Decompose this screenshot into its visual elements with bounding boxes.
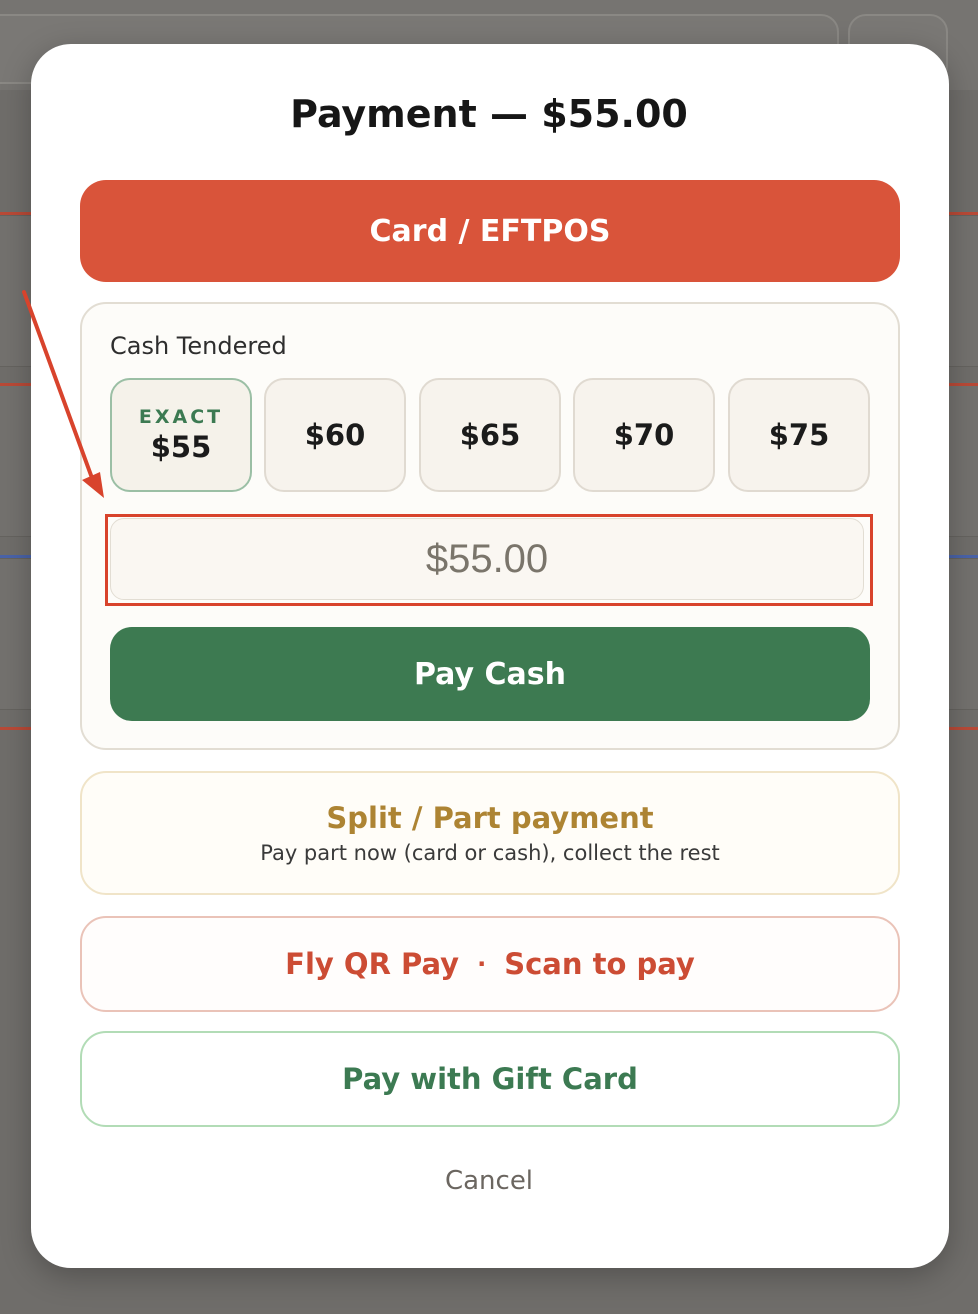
card-eftpos-button[interactable]: Card / EFTPOS (80, 180, 900, 282)
cash-tendered-label: Cash Tendered (110, 332, 287, 360)
gift-card-button[interactable]: Pay with Gift Card (80, 1031, 900, 1127)
cash-chip-75[interactable]: $75 (728, 378, 870, 492)
cash-chip-exact[interactable]: EXACT $55 (110, 378, 252, 492)
split-payment-title: Split / Part payment (326, 801, 654, 835)
cancel-button[interactable]: Cancel (0, 1166, 978, 1196)
pay-cash-button[interactable]: Pay Cash (110, 627, 870, 721)
split-payment-button[interactable]: Split / Part payment Pay part now (card … (80, 771, 900, 895)
cash-chip-amount: $70 (613, 418, 675, 452)
scan-to-pay-label: Scan to pay (504, 947, 695, 981)
annotation-highlight-box (105, 514, 873, 606)
qr-pay-button[interactable]: Fly QR Pay · Scan to pay (80, 916, 900, 1012)
exact-tag: EXACT (138, 406, 224, 428)
separator-dot: · (477, 950, 487, 978)
cash-chip-amount: $55 (150, 430, 212, 464)
modal-title: Payment — $55.00 (290, 92, 688, 136)
split-payment-subtitle: Pay part now (card or cash), collect the… (260, 841, 720, 865)
cash-chip-amount: $75 (768, 418, 830, 452)
cash-chip-amount: $60 (304, 418, 366, 452)
cash-chip-60[interactable]: $60 (264, 378, 406, 492)
cash-chip-70[interactable]: $70 (573, 378, 715, 492)
cash-chip-amount: $65 (459, 418, 521, 452)
cash-chip-65[interactable]: $65 (419, 378, 561, 492)
qr-pay-label: Fly QR Pay (285, 947, 460, 981)
